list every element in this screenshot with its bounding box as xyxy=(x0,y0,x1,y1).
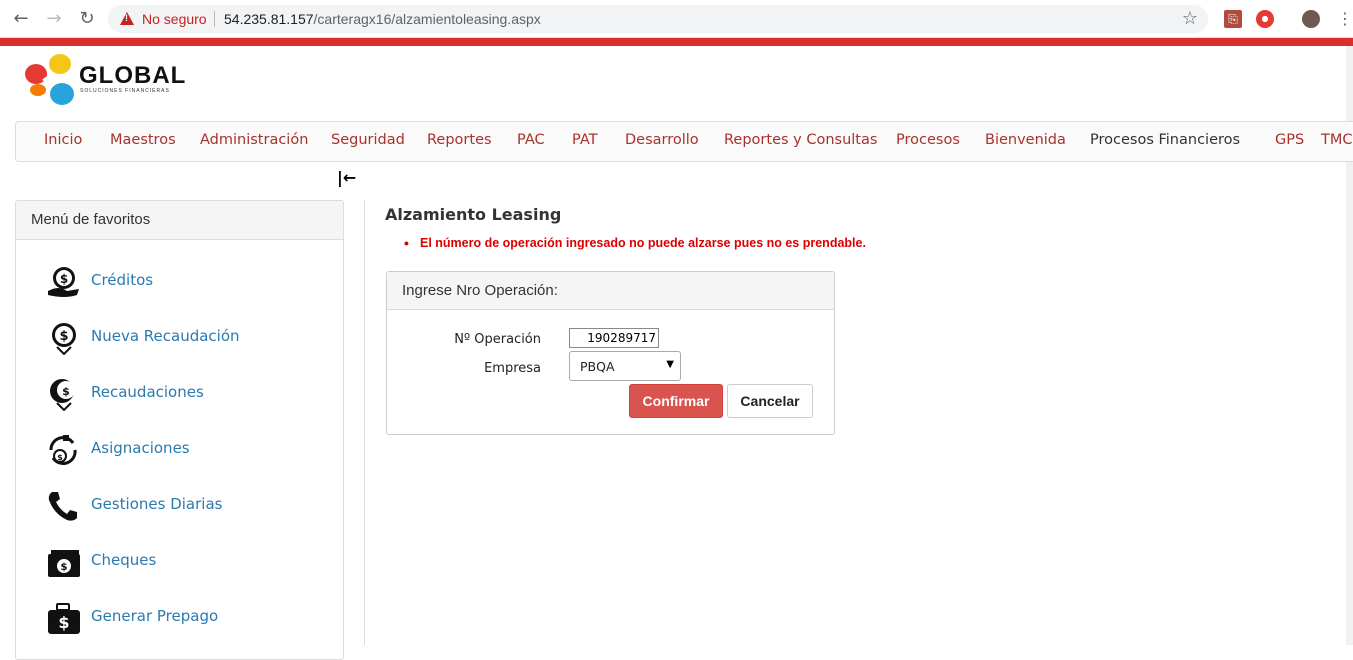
sidebar-item-cheques[interactable]: $ Cheques xyxy=(45,543,335,583)
company-label: Empresa xyxy=(484,361,541,376)
top-navigation: Inicio Maestros Administración Seguridad… xyxy=(15,121,1353,162)
nav-pat[interactable]: PAT xyxy=(572,132,597,148)
sidebar-item-label: Gestiones Diarias xyxy=(91,495,223,513)
url-host: 54.235.81.157 xyxy=(224,11,314,27)
error-message: El número de operación ingresado no pued… xyxy=(404,235,866,251)
nav-bienvenida[interactable]: Bienvenida xyxy=(985,132,1066,148)
svg-text:$: $ xyxy=(57,453,63,462)
profile-avatar[interactable] xyxy=(1302,10,1320,28)
cancel-button[interactable]: Cancelar xyxy=(727,384,813,418)
nav-reportes-consultas[interactable]: Reportes y Consultas xyxy=(724,132,877,148)
operation-number-input[interactable] xyxy=(569,328,659,348)
svg-text:$: $ xyxy=(59,329,68,344)
coin-stack-down-icon: $ xyxy=(50,379,75,411)
nav-procesos[interactable]: Procesos xyxy=(896,132,960,148)
nav-administracion[interactable]: Administración xyxy=(200,132,308,148)
red-extension-icon[interactable]: ● xyxy=(1256,10,1274,28)
sidebar-item-creditos[interactable]: $ Créditos xyxy=(45,263,335,303)
nav-pac[interactable]: PAC xyxy=(517,132,545,148)
company-select-value: PBQA xyxy=(580,359,615,374)
content-divider xyxy=(364,200,365,645)
company-select[interactable]: PBQA ▼ xyxy=(569,351,681,381)
logo-mark-icon xyxy=(25,54,74,105)
url-path: /carteragx16/alzamientoleasing.aspx xyxy=(313,11,541,27)
bookmark-star-icon[interactable]: ☆ xyxy=(1182,8,1198,29)
chevron-down-icon: ▼ xyxy=(666,359,674,370)
nav-inicio[interactable]: Inicio xyxy=(44,132,82,148)
global-logo[interactable]: GLOBAL SOLUCIONES FINANCIERAS xyxy=(22,50,202,112)
phone-icon xyxy=(48,492,77,521)
operation-panel: Ingrese Nro Operación: Nº Operación Empr… xyxy=(386,271,835,435)
confirm-button[interactable]: Confirmar xyxy=(629,384,723,418)
nav-gps[interactable]: GPS xyxy=(1275,132,1304,148)
sidebar-item-nueva-recaudacion[interactable]: $ Nueva Recaudación xyxy=(45,319,335,359)
sidebar-item-label: Asignaciones xyxy=(91,439,190,457)
svg-text:$: $ xyxy=(60,272,68,286)
sidebar-item-label: Nueva Recaudación xyxy=(91,327,240,345)
sidebar-item-asignaciones[interactable]: $ Asignaciones xyxy=(45,431,335,471)
cash-stack-icon: $ xyxy=(48,550,80,577)
reload-icon[interactable]: ↻ xyxy=(76,8,98,30)
sidebar-item-gestiones-diarias[interactable]: Gestiones Diarias xyxy=(45,487,335,527)
nav-seguridad[interactable]: Seguridad xyxy=(331,132,405,148)
page-title: Alzamiento Leasing xyxy=(385,205,562,224)
coin-down-icon: $ xyxy=(52,323,76,355)
sidebar-item-label: Cheques xyxy=(91,551,157,569)
collapse-sidebar-icon[interactable]: |← xyxy=(337,168,356,187)
nav-maestros[interactable]: Maestros xyxy=(110,132,176,148)
nav-tmc[interactable]: TMC xyxy=(1321,132,1353,148)
logo-tagline: SOLUCIONES FINANCIERAS xyxy=(80,88,170,94)
browser-toolbar: ← → ↻ No seguro 54.235.81.157/carteragx1… xyxy=(0,0,1353,38)
svg-text:$: $ xyxy=(61,562,68,573)
operation-label: Nº Operación xyxy=(454,332,541,347)
svg-text:$: $ xyxy=(58,613,69,632)
sidebar-item-label: Créditos xyxy=(91,271,154,289)
sidebar-item-label: Generar Prepago xyxy=(91,607,219,625)
sidebar-item-generar-prepago[interactable]: $ Generar Prepago xyxy=(45,599,335,639)
panel-title: Ingrese Nro Operación: xyxy=(387,272,834,310)
header-accent-bar xyxy=(0,38,1353,46)
sidebar-item-recaudaciones[interactable]: $ Recaudaciones xyxy=(45,375,335,415)
back-arrow-icon[interactable]: ← xyxy=(10,8,32,30)
sidebar-title: Menú de favoritos xyxy=(16,201,343,240)
nav-procesos-financieros[interactable]: Procesos Financieros xyxy=(1090,132,1240,148)
nav-reportes[interactable]: Reportes xyxy=(427,132,492,148)
security-label[interactable]: No seguro xyxy=(142,11,207,27)
forward-arrow-icon[interactable]: → xyxy=(43,8,65,30)
pdf-extension-icon[interactable]: ⎘ xyxy=(1224,10,1242,28)
url-text[interactable]: 54.235.81.157/carteragx16/alzamientoleas… xyxy=(224,11,541,27)
logo-wordmark: GLOBAL xyxy=(79,62,187,89)
money-cycle-icon: $ xyxy=(49,435,77,465)
svg-text:$: $ xyxy=(62,385,70,398)
sidebar-item-label: Recaudaciones xyxy=(91,383,204,401)
more-menu-icon[interactable]: ⋮ xyxy=(1336,10,1353,28)
briefcase-dollar-icon: $ xyxy=(48,603,80,634)
address-bar[interactable]: No seguro 54.235.81.157/carteragx16/alza… xyxy=(108,5,1208,33)
nav-desarrollo[interactable]: Desarrollo xyxy=(625,132,699,148)
warning-icon xyxy=(120,12,134,25)
money-hand-icon: $ xyxy=(48,267,79,297)
omnibox-divider xyxy=(214,11,215,27)
